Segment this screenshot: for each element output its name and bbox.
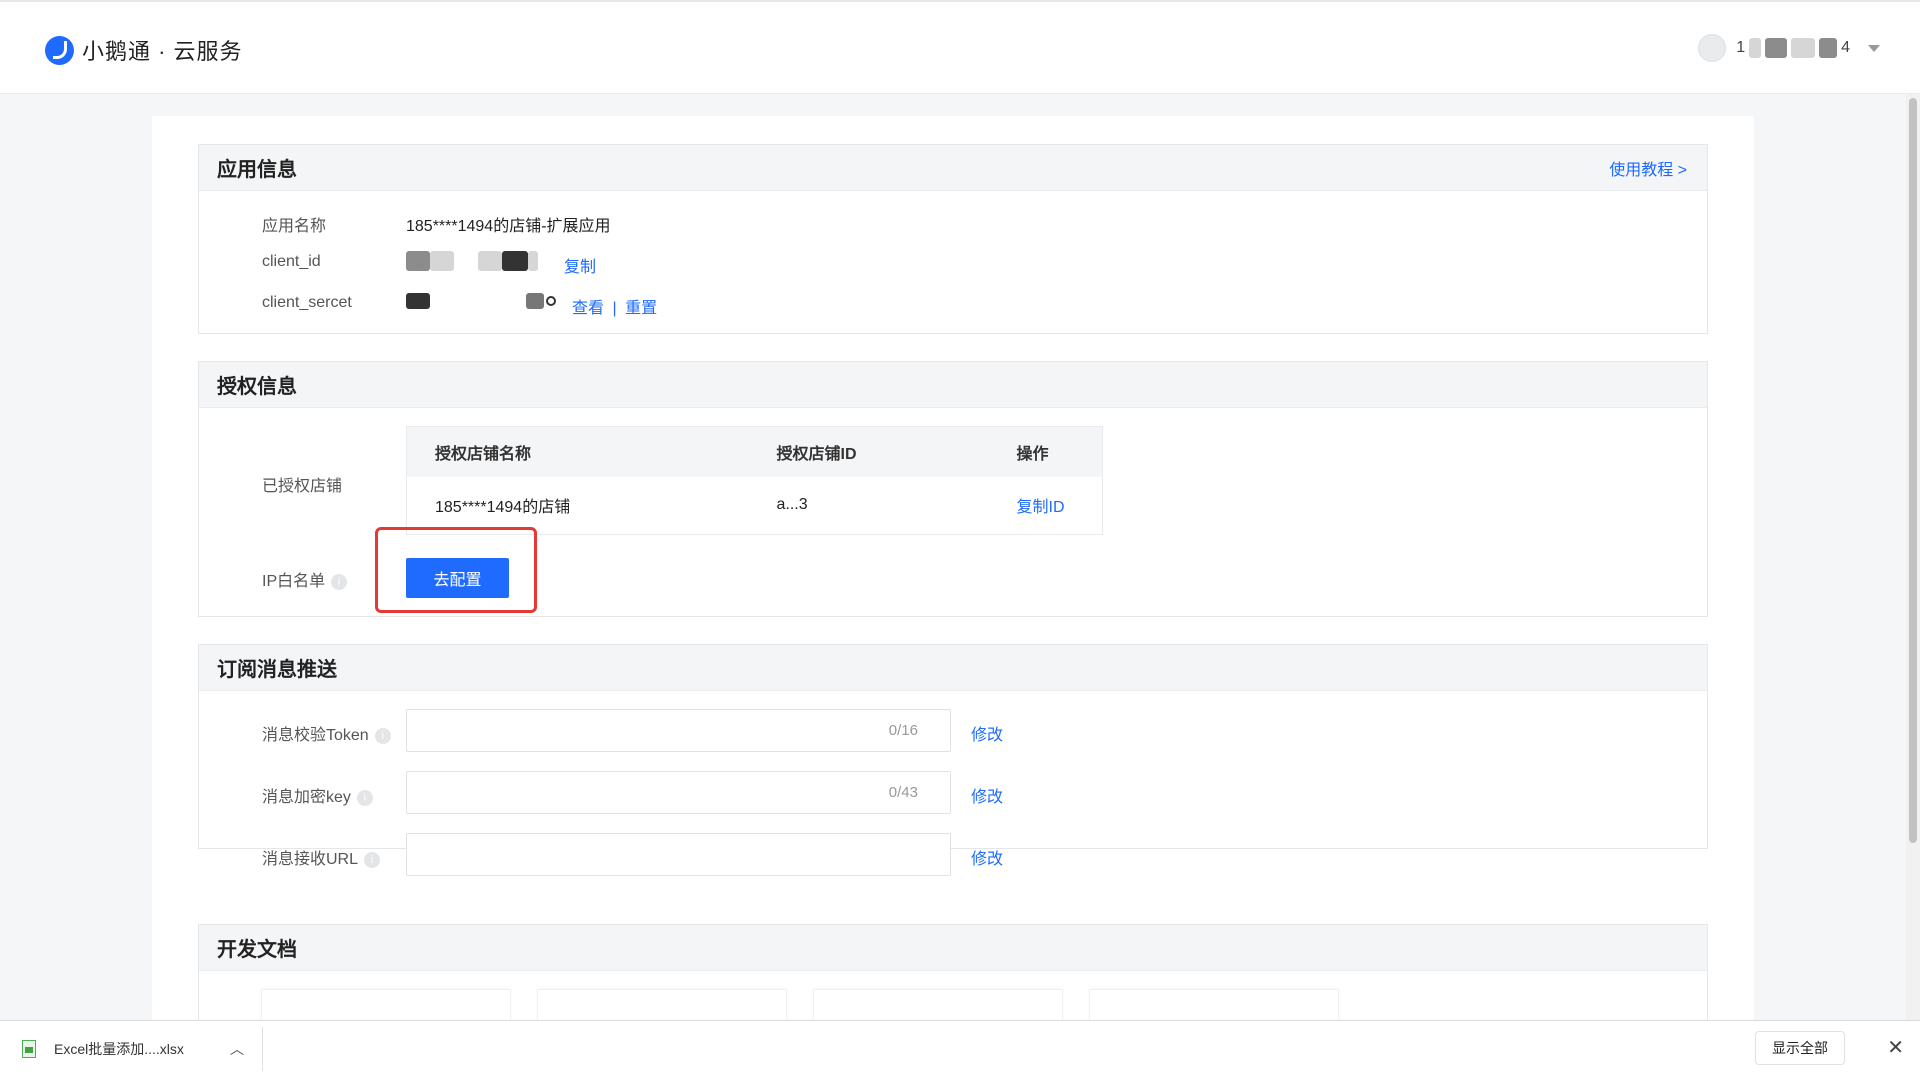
redacted-block <box>502 251 528 271</box>
secret-actions: 查看 | 重置 <box>572 294 657 318</box>
token-label: 消息校验Token i <box>262 721 391 745</box>
user-name: 1 4 <box>1736 38 1850 58</box>
reset-secret-link[interactable]: 重置 <box>625 300 657 317</box>
download-file-name[interactable]: Excel批量添加....xlsx <box>54 1039 184 1059</box>
show-all-downloads-button[interactable]: 显示全部 <box>1755 1031 1845 1065</box>
dev-docs-section: 开发文档 <box>198 924 1708 1034</box>
auth-info-header: 授权信息 <box>199 362 1707 408</box>
column-header-shop-name: 授权店铺名称 <box>406 426 749 477</box>
dev-docs-title: 开发文档 <box>217 939 297 961</box>
ip-whitelist-label: IP白名单 i <box>262 567 348 591</box>
redacted-block <box>406 293 430 309</box>
subscription-section: 订阅消息推送 消息校验Token i 0/16 修改 消息加密key i 0/43 … <box>198 644 1708 876</box>
chevron-down-icon[interactable] <box>1868 44 1880 52</box>
client-secret-masked <box>406 293 556 309</box>
authorized-shops-table: 授权店铺名称 授权店铺ID 操作 185****1494的店铺 a...3 复制… <box>406 426 1103 535</box>
avatar[interactable] <box>1698 34 1727 62</box>
edit-token-link[interactable]: 修改 <box>971 721 1003 745</box>
table-row: 185****1494的店铺 a...3 复制ID <box>407 477 1103 535</box>
dev-docs-header: 开发文档 <box>199 925 1707 971</box>
receive-url-input-field[interactable] <box>407 834 842 875</box>
token-input-field[interactable] <box>407 710 842 751</box>
redacted-gap <box>454 251 478 271</box>
encrypt-key-input-field[interactable] <box>407 772 842 813</box>
client-id-redacted <box>406 251 538 271</box>
edit-receive-url-link[interactable]: 修改 <box>971 845 1003 869</box>
subscription-title: 订阅消息推送 <box>217 659 337 681</box>
token-input[interactable]: 0/16 <box>406 709 951 752</box>
redacted-block <box>1819 38 1838 58</box>
secret-action-separator: | <box>612 300 617 317</box>
tutorial-link[interactable]: 使用教程 > <box>1609 156 1687 180</box>
redacted-block <box>406 251 430 271</box>
receive-url-input[interactable] <box>406 833 951 876</box>
client-secret-label: client_sercet <box>262 294 352 311</box>
redacted-block <box>1749 38 1762 58</box>
redacted-block <box>1765 38 1788 58</box>
subscription-header: 订阅消息推送 <box>199 645 1707 691</box>
redacted-block <box>430 251 454 271</box>
receive-url-label: 消息接收URL i <box>262 845 381 869</box>
column-header-shop-id: 授权店铺ID <box>748 426 989 477</box>
divider <box>262 1027 263 1071</box>
table-header-row: 授权店铺名称 授权店铺ID 操作 <box>406 426 1103 477</box>
app-name-value: 185****1494的店铺-扩展应用 <box>406 218 611 235</box>
token-label-text: 消息校验Token <box>262 727 369 744</box>
redacted-block <box>1791 38 1816 58</box>
configure-ip-whitelist-button[interactable]: 去配置 <box>406 558 509 598</box>
authorized-shops-label: 已授权店铺 <box>262 478 343 495</box>
brand-logo-icon <box>45 35 74 65</box>
shop-id-cell: a...3 <box>776 496 808 514</box>
copy-shop-id-link[interactable]: 复制ID <box>1017 499 1065 516</box>
redacted-block <box>546 296 556 306</box>
edit-encrypt-key-link[interactable]: 修改 <box>971 783 1003 807</box>
excel-file-icon <box>22 1040 36 1058</box>
top-bar: 小鹅通 · 云服务 1 4 <box>0 0 1920 94</box>
encrypt-key-input[interactable]: 0/43 <box>406 771 951 814</box>
redacted-block <box>526 293 544 309</box>
encrypt-key-label: 消息加密key i <box>262 783 373 807</box>
shop-name-cell: 185****1494的店铺 <box>435 499 571 517</box>
copy-client-id-link[interactable]: 复制 <box>564 253 596 277</box>
user-name-visible-end: 4 <box>1841 39 1850 56</box>
app-info-section: 应用信息 使用教程 > 应用名称 185****1494的店铺-扩展应用 cli… <box>198 144 1708 334</box>
page-scrollbar[interactable] <box>1906 94 1920 1020</box>
main-content: 应用信息 使用教程 > 应用名称 185****1494的店铺-扩展应用 cli… <box>152 116 1754 1034</box>
info-icon[interactable]: i <box>374 727 391 744</box>
brand-name: 小鹅通 · 云服务 <box>82 39 243 64</box>
download-bar: Excel批量添加....xlsx ︿ 显示全部 ✕ <box>0 1020 1920 1075</box>
brand-logo[interactable]: 小鹅通 · 云服务 <box>45 34 243 66</box>
encrypt-key-char-count: 0/43 <box>888 784 918 801</box>
user-name-visible-start: 1 <box>1736 39 1746 56</box>
auth-info-title: 授权信息 <box>217 376 297 398</box>
client-id-label: client_id <box>262 253 321 270</box>
token-char-count: 0/16 <box>888 722 918 739</box>
close-icon[interactable]: ✕ <box>1887 1035 1904 1060</box>
encrypt-key-label-text: 消息加密key <box>262 789 351 806</box>
scrollbar-thumb[interactable] <box>1909 98 1917 843</box>
chevron-up-icon[interactable]: ︿ <box>230 1039 244 1059</box>
info-icon[interactable]: i <box>331 573 348 590</box>
redacted-block <box>528 251 538 271</box>
app-name-label: 应用名称 <box>262 218 327 235</box>
ip-whitelist-label-text: IP白名单 <box>262 573 326 590</box>
user-menu[interactable]: 1 4 <box>1698 34 1880 62</box>
column-header-actions: 操作 <box>988 426 1103 477</box>
app-info-header: 应用信息 使用教程 > <box>199 145 1707 191</box>
receive-url-label-text: 消息接收URL <box>262 851 359 868</box>
info-icon[interactable]: i <box>356 789 373 806</box>
download-item[interactable]: Excel批量添加....xlsx <box>22 1039 184 1059</box>
redacted-block <box>478 251 502 271</box>
info-icon[interactable]: i <box>364 851 381 868</box>
app-info-title: 应用信息 <box>217 159 297 181</box>
view-secret-link[interactable]: 查看 <box>572 300 604 317</box>
auth-info-section: 授权信息 已授权店铺 授权店铺名称 授权店铺ID 操作 185****1494的… <box>198 361 1708 617</box>
